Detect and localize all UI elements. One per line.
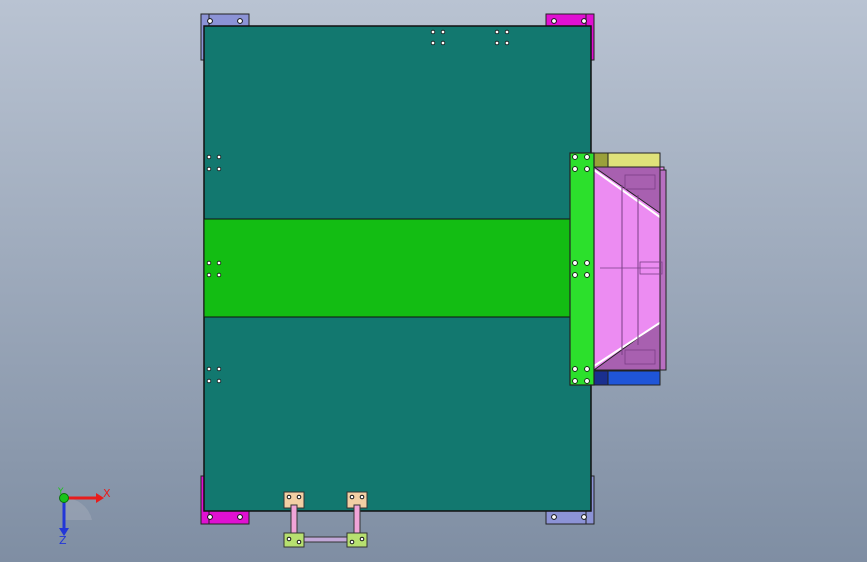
olive-block — [593, 152, 609, 168]
axis-x-label: X — [103, 487, 111, 500]
navy-block — [593, 370, 609, 386]
side-bracket[interactable] — [569, 152, 595, 386]
axis-z-label: Z — [59, 534, 67, 547]
axis-y-label: Y — [57, 487, 64, 497]
hopper-assembly[interactable] — [592, 152, 667, 386]
cad-viewport[interactable]: X Y Z — [0, 0, 867, 562]
model-canvas[interactable]: X Y Z — [0, 0, 867, 562]
center-strip[interactable] — [203, 218, 575, 318]
